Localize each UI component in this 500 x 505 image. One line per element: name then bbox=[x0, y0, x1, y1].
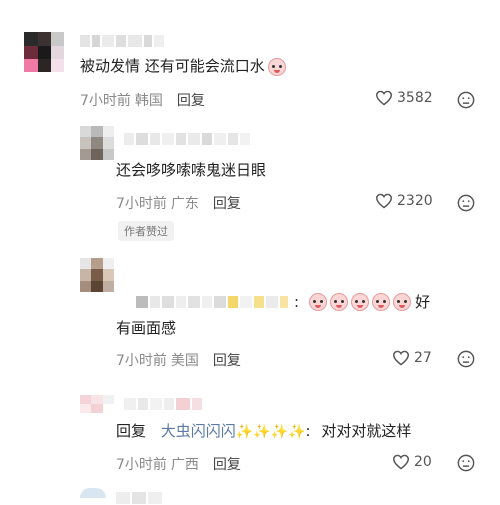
reply-to-username[interactable]: 大虫闪闪闪 bbox=[161, 422, 236, 440]
username-blurred[interactable] bbox=[124, 397, 204, 411]
comment-meta: 7小时前 广西 回复 bbox=[116, 454, 241, 474]
timestamp: 7小时前 bbox=[116, 196, 167, 212]
username-blurred[interactable] bbox=[80, 34, 166, 48]
like-button[interactable]: 2320 bbox=[375, 193, 433, 209]
like-button[interactable]: 20 bbox=[392, 454, 432, 470]
comment-meta: 7小时前 美国 回复 bbox=[116, 350, 241, 370]
location: 美国 bbox=[170, 353, 199, 369]
comment-meta: 7小时前 韩国 回复 bbox=[80, 90, 205, 110]
like-button[interactable]: 27 bbox=[392, 350, 432, 366]
heart-outline-icon bbox=[375, 90, 393, 106]
username-blurred[interactable] bbox=[124, 132, 252, 146]
avatar[interactable] bbox=[24, 32, 64, 72]
comment-text-line2: 有画面感 bbox=[116, 319, 177, 337]
like-count: 20 bbox=[414, 454, 432, 470]
comment-2: 还会哆哆嗦嗦鬼迷日眼 7小时前 广东 回复 2320 作者赞过 bbox=[0, 118, 500, 248]
crying-face-emoji bbox=[267, 57, 286, 76]
frown-face-icon[interactable] bbox=[457, 454, 475, 472]
timestamp: 7小时前 bbox=[116, 353, 167, 369]
timestamp: 7小时前 bbox=[116, 457, 167, 473]
location: 广东 bbox=[170, 196, 199, 212]
avatar[interactable] bbox=[80, 258, 114, 292]
avatar[interactable] bbox=[80, 395, 114, 413]
comment-text: 回复 大虫闪闪闪✨✨✨✨: 对对对就这样 bbox=[116, 422, 412, 440]
comment-3: : 好 有画面感 7小时前 美国 回复 27 bbox=[0, 250, 500, 380]
frown-face-icon[interactable] bbox=[457, 91, 475, 109]
heart-outline-icon bbox=[392, 454, 410, 470]
timestamp: 7小时前 bbox=[80, 93, 131, 109]
username-blurred[interactable] bbox=[136, 295, 290, 309]
frown-face-icon[interactable] bbox=[457, 350, 475, 368]
next-comment-username-partial bbox=[116, 491, 164, 505]
author-liked-badge: 作者赞过 bbox=[118, 221, 174, 241]
location: 韩国 bbox=[134, 93, 163, 109]
like-count: 27 bbox=[414, 350, 432, 366]
sparkle-emoji: ✨✨✨✨ bbox=[235, 424, 306, 440]
comment-text: 被动发情 还有可能会流口水 bbox=[80, 56, 286, 76]
heart-outline-icon bbox=[375, 193, 393, 209]
reply-button[interactable]: 回复 bbox=[213, 350, 241, 370]
reply-button[interactable]: 回复 bbox=[177, 90, 205, 110]
reply-button[interactable]: 回复 bbox=[213, 193, 241, 213]
comment-meta: 7小时前 广东 回复 bbox=[116, 193, 241, 213]
comment-1: 被动发情 还有可能会流口水 7小时前 韩国 回复 3582 bbox=[0, 0, 500, 118]
location: 广西 bbox=[170, 457, 199, 473]
like-count: 2320 bbox=[397, 193, 433, 209]
heart-outline-icon bbox=[392, 350, 410, 366]
comment-text: 还会哆哆嗦嗦鬼迷日眼 bbox=[116, 161, 267, 179]
frown-face-icon[interactable] bbox=[457, 194, 475, 212]
crying-face-emoji bbox=[309, 293, 412, 311]
like-count: 3582 bbox=[397, 90, 433, 106]
reply-prefix: 回复 bbox=[116, 422, 147, 440]
like-button[interactable]: 3582 bbox=[375, 90, 433, 106]
avatar[interactable] bbox=[80, 126, 114, 160]
comment-text: : 好 有画面感 bbox=[116, 292, 486, 338]
comment-4: 回复 大虫闪闪闪✨✨✨✨: 对对对就这样 7小时前 广西 回复 20 bbox=[0, 385, 500, 504]
reply-button[interactable]: 回复 bbox=[213, 454, 241, 474]
next-comment-avatar-partial bbox=[80, 488, 106, 498]
